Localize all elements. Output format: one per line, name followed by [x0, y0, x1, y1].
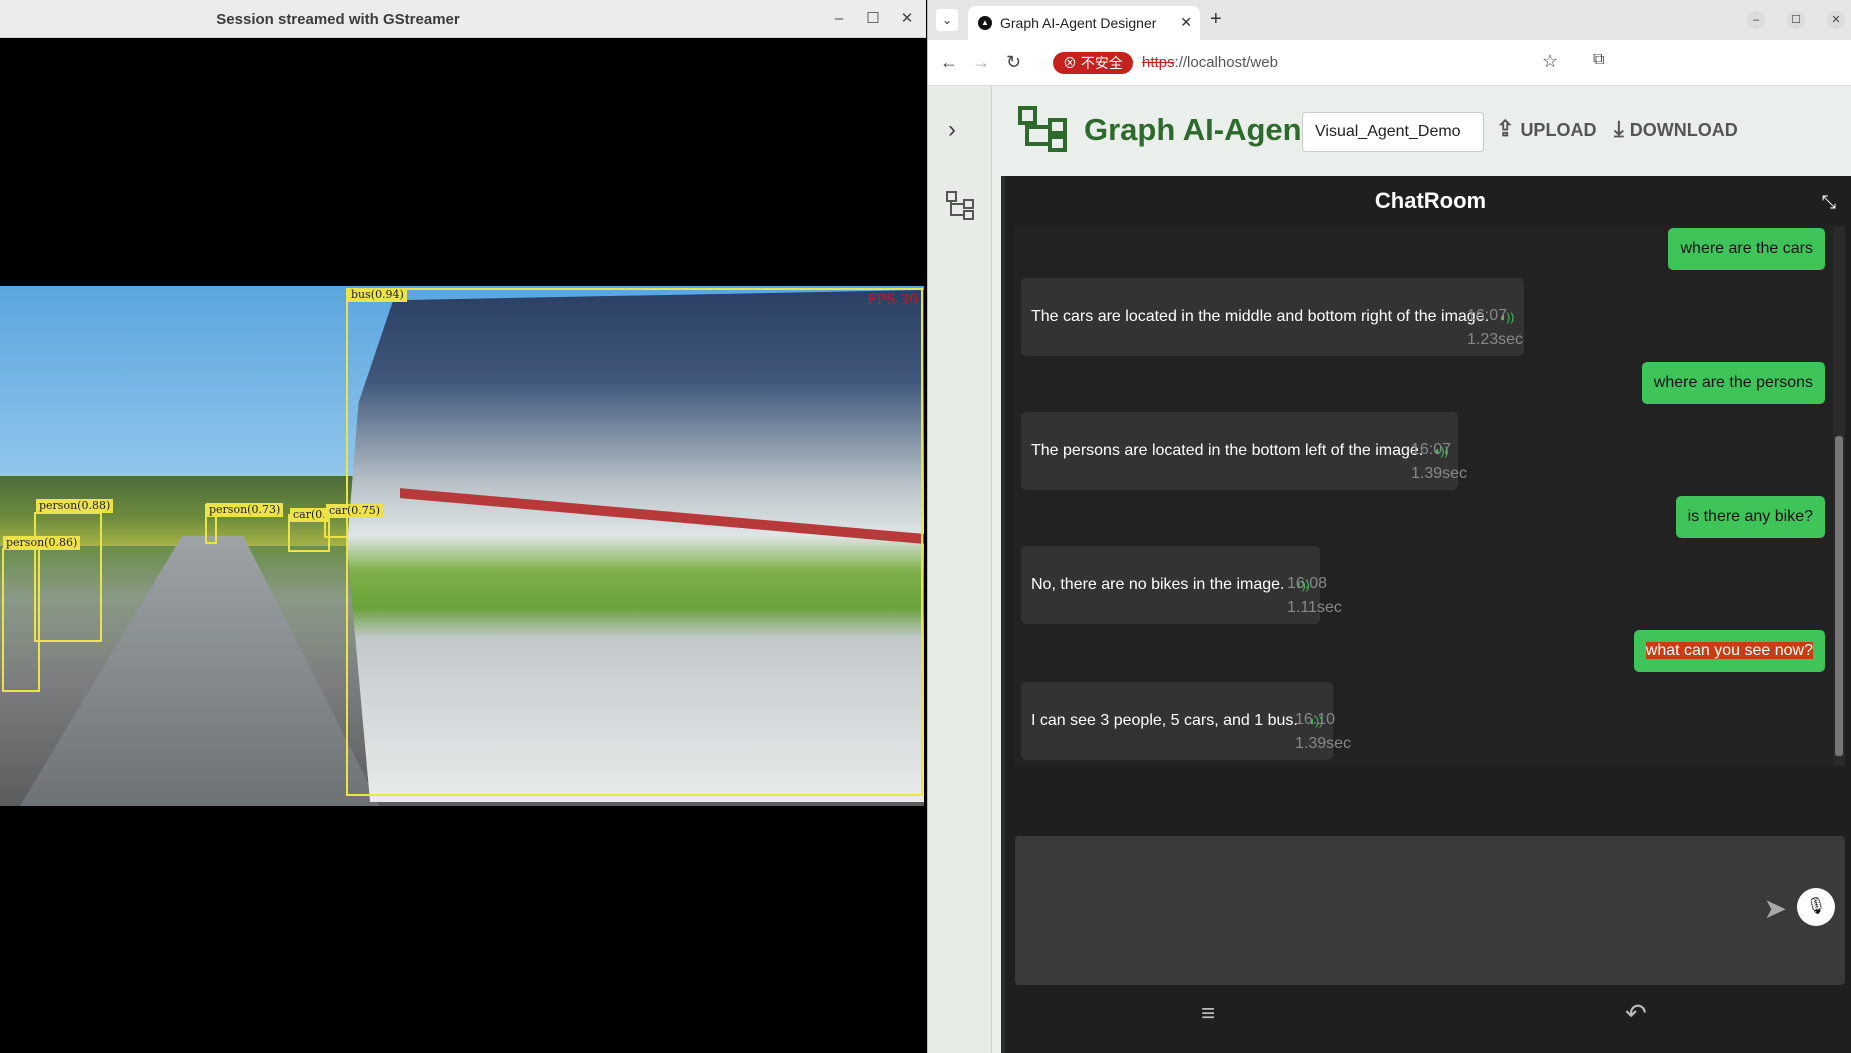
url-text: ://localhost/web — [1174, 54, 1278, 71]
fps-counter: FPS 30 — [867, 292, 918, 308]
address-bar[interactable]: https://localhost/web — [1142, 54, 1278, 71]
tab-bar: ⌄ ▲ Graph AI-Agent Designer ✕ + – ☐ ✕ — [928, 0, 1851, 40]
bot-message-text: The cars are located in the middle and b… — [1031, 308, 1490, 325]
message-time: 16:07 — [1467, 307, 1508, 324]
window-title: Session streamed with GStreamer — [216, 11, 460, 28]
graph-icon[interactable] — [945, 190, 975, 220]
collapse-icon[interactable]: ⤡ — [1822, 192, 1836, 213]
sidebar: › — [928, 86, 992, 1053]
tab-title: Graph AI-Agent Designer — [1000, 15, 1157, 31]
browser-window: ⌄ ▲ Graph AI-Agent Designer ✕ + – ☐ ✕ ← … — [927, 0, 1851, 1053]
bot-message-text: The persons are located in the bottom le… — [1031, 442, 1424, 459]
tab-list-icon[interactable]: ⌄ — [936, 9, 958, 31]
download-button[interactable]: ⤓ DOWNLOAD — [1614, 116, 1738, 142]
download-icon: ⤓ — [1614, 116, 1624, 141]
scrollbar-thumb[interactable] — [1835, 436, 1843, 756]
bot-message: I can see 3 people, 5 cars, and 1 bus. ◖)… — [1021, 682, 1334, 760]
navigation-bar: ← → ↻ ⊗ 不安全 https://localhost/web ☆ ⧉ — [928, 40, 1851, 86]
bot-message-text: I can see 3 people, 5 cars, and 1 bus. — [1031, 712, 1298, 729]
security-label: 不安全 — [1080, 55, 1123, 71]
bot-message: The cars are located in the middle and b… — [1021, 278, 1525, 356]
forward-icon[interactable]: → — [972, 52, 990, 73]
bot-message-text: No, there are no bikes in the image. — [1031, 576, 1285, 593]
bot-message: The persons are located in the bottom le… — [1021, 412, 1459, 490]
reload-icon[interactable]: ↻ — [1006, 52, 1021, 73]
minimize-icon[interactable]: – — [828, 8, 850, 30]
upload-button[interactable]: ⇪ UPLOAD — [1496, 116, 1596, 142]
detection-box-bus — [346, 288, 923, 796]
detection-label-person: person(0.73) — [206, 503, 284, 517]
download-label: DOWNLOAD — [1629, 120, 1738, 140]
detection-label-bus: bus(0.94) — [348, 288, 407, 302]
url-scheme: https — [1142, 54, 1175, 71]
chat-footer: ≡ ↶ — [1005, 986, 1851, 1053]
security-badge[interactable]: ⊗ 不安全 — [1053, 52, 1133, 74]
project-name-input[interactable] — [1302, 112, 1484, 152]
upload-label: UPLOAD — [1520, 120, 1597, 140]
bot-message: No, there are no bikes in the image. ◖)) — [1021, 546, 1320, 624]
detection-label-car: car(0.75) — [326, 504, 384, 518]
message-latency: 1.39sec — [1295, 735, 1352, 752]
tab-close-icon[interactable]: ✕ — [1180, 14, 1192, 31]
message-composer[interactable]: ➤ 🎙 — [1015, 836, 1845, 985]
user-message-text: what can you see now? — [1645, 642, 1813, 659]
message-latency: 1.23sec — [1467, 331, 1524, 348]
message-latency: 1.39sec — [1411, 465, 1468, 482]
detection-box-person — [2, 548, 40, 692]
bookmark-star-icon[interactable]: ☆ — [1542, 51, 1558, 72]
detection-label-person: person(0.88) — [36, 499, 114, 513]
app-header: Graph AI-Agent D... ⇪UPLOAD ⤓DOWNLOAD — [992, 86, 1851, 176]
browser-tab[interactable]: ▲ Graph AI-Agent Designer ✕ — [968, 6, 1200, 40]
close-icon[interactable]: ✕ — [896, 8, 918, 30]
message-time: 16:10 — [1295, 711, 1336, 728]
user-message: where are the persons — [1641, 362, 1825, 404]
detection-label-person: person(0.86) — [3, 536, 81, 550]
message-meta: 16:10 1.39sec — [1295, 708, 1351, 756]
message-latency: 1.11sec — [1287, 599, 1342, 616]
app-area: › Graph AI-Agent D... ⇪UPLOAD ⤓DOWNLOAD … — [928, 86, 1851, 1053]
upload-icon: ⇪ — [1496, 116, 1515, 141]
message-list[interactable]: where are the cars The cars are located … — [1015, 226, 1845, 766]
back-icon[interactable]: ← — [940, 52, 958, 73]
detection-label-car: car(0. — [290, 508, 329, 522]
message-meta: 16:07 1.23sec — [1467, 304, 1523, 352]
menu-icon[interactable]: ≡ — [1201, 1000, 1215, 1028]
undo-icon[interactable]: ↶ — [1625, 998, 1647, 1029]
chevron-right-icon[interactable]: › — [948, 116, 956, 144]
gstreamer-titlebar[interactable]: Session streamed with GStreamer – ☐ ✕ — [0, 0, 926, 38]
scrollbar[interactable] — [1833, 226, 1845, 766]
maximize-icon[interactable]: ☐ — [1787, 11, 1805, 29]
close-icon[interactable]: ✕ — [1827, 11, 1845, 29]
logo-icon — [1018, 106, 1067, 152]
chatroom-panel: ChatRoom ⤡ where are the cars The cars a… — [1001, 176, 1851, 1053]
video-frame: bus(0.94) person(0.88) person(0.86) pers… — [0, 286, 924, 806]
microphone-icon[interactable]: 🎙 — [1797, 888, 1835, 926]
maximize-icon[interactable]: ☐ — [862, 8, 884, 30]
minimize-icon[interactable]: – — [1747, 11, 1765, 29]
extensions-icon[interactable]: ⧉ — [1593, 51, 1604, 69]
user-message: where are the cars — [1668, 228, 1825, 270]
new-tab-icon[interactable]: + — [1210, 8, 1222, 31]
tab-favicon-icon: ▲ — [978, 16, 992, 30]
gstreamer-window: Session streamed with GStreamer – ☐ ✕ bu… — [0, 0, 926, 1053]
message-meta: 16:07 1.39sec — [1411, 438, 1467, 486]
message-time: 16:08 — [1287, 575, 1328, 592]
message-meta: 16:08 1.11sec — [1287, 572, 1342, 620]
message-time: 16:07 — [1411, 441, 1452, 458]
chat-title: ChatRoom — [1374, 188, 1487, 213]
user-message: is there any bike? — [1675, 496, 1825, 538]
user-message: what can you see now? — [1633, 630, 1825, 672]
detection-box-person — [34, 512, 102, 642]
send-icon[interactable]: ➤ — [1764, 892, 1787, 925]
